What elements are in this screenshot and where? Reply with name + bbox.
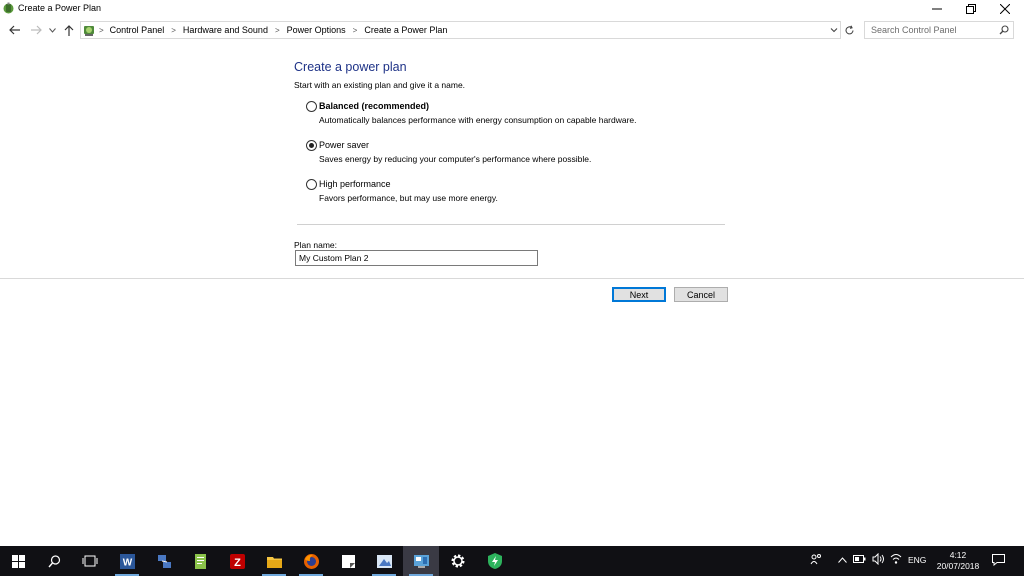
breadcrumb-separator-icon: > [274, 25, 280, 35]
recent-locations-chevron-icon[interactable] [47, 22, 57, 38]
search-placeholder: Search Control Panel [871, 25, 957, 35]
taskbar-search-icon[interactable] [36, 546, 72, 576]
refresh-icon[interactable] [842, 23, 856, 37]
high-performance-radio[interactable] [306, 179, 317, 190]
firefox-icon[interactable] [293, 546, 329, 576]
address-dropdown-chevron-icon[interactable] [830, 26, 838, 36]
power-options-icon [2, 2, 15, 15]
breadcrumb-separator-icon: > [99, 25, 104, 35]
address-bar[interactable]: > Control Panel > Hardware and Sound > P… [80, 21, 841, 39]
settings-gear-icon[interactable] [440, 546, 476, 576]
word-icon[interactable]: W [109, 546, 145, 576]
security-app-icon[interactable] [477, 546, 513, 576]
section-divider [297, 224, 725, 225]
navigation-bar: > Control Panel > Hardware and Sound > P… [0, 19, 1024, 41]
page-instructions: Start with an existing plan and give it … [294, 80, 466, 90]
breadcrumb-control-panel[interactable]: Control Panel [110, 25, 165, 35]
start-button[interactable] [0, 546, 36, 576]
power-saver-radio[interactable] [306, 140, 317, 151]
plan-name-label: Plan name: [294, 240, 337, 250]
breadcrumb-power-options[interactable]: Power Options [287, 25, 346, 35]
balanced-radio[interactable] [306, 101, 317, 112]
wifi-icon[interactable] [890, 553, 902, 568]
balanced-label[interactable]: Balanced (recommended) [319, 101, 429, 111]
people-icon[interactable] [810, 553, 822, 568]
sticky-app-icon[interactable] [330, 546, 366, 576]
battery-icon[interactable] [853, 554, 866, 567]
control-panel-taskbar-icon[interactable] [403, 546, 439, 576]
system-clock[interactable]: 4:12 20/07/2018 [936, 550, 980, 572]
taskbar: W Z ENG 4:12 20/07/2018 [0, 546, 1024, 576]
control-panel-icon [82, 23, 96, 37]
breadcrumb: > Control Panel > Hardware and Sound > P… [99, 25, 447, 35]
notepad-app-icon[interactable] [182, 546, 218, 576]
cancel-button[interactable]: Cancel [674, 287, 728, 302]
title-bar: Create a Power Plan [0, 0, 1024, 18]
action-center-icon[interactable] [992, 554, 1005, 569]
file-explorer-icon[interactable] [256, 546, 292, 576]
input-language-indicator[interactable]: ENG [908, 555, 926, 565]
power-saver-description: Saves energy by reducing your computer's… [319, 154, 592, 164]
window-title: Create a Power Plan [18, 3, 102, 13]
network-app-icon[interactable] [146, 546, 182, 576]
breadcrumb-separator-icon: > [352, 25, 358, 35]
clock-time: 4:12 [949, 550, 967, 560]
breadcrumb-hardware-and-sound[interactable]: Hardware and Sound [183, 25, 268, 35]
up-arrow-icon[interactable] [62, 22, 76, 38]
paint-app-icon[interactable] [366, 546, 402, 576]
filezilla-icon[interactable]: Z [219, 546, 255, 576]
windows-logo-icon [11, 554, 25, 568]
forward-arrow-icon[interactable] [29, 22, 43, 38]
volume-icon[interactable] [872, 552, 885, 568]
svg-text:Z: Z [234, 557, 241, 569]
plan-name-input[interactable] [295, 250, 538, 266]
high-performance-description: Favors performance, but may use more ene… [319, 193, 498, 203]
page-title: Create a power plan [294, 60, 407, 74]
minimize-button[interactable] [920, 0, 954, 18]
restore-button[interactable] [954, 0, 988, 18]
search-icon[interactable] [999, 25, 1009, 37]
close-button[interactable] [988, 0, 1022, 18]
balanced-description: Automatically balances performance with … [319, 115, 637, 125]
high-performance-label[interactable]: High performance [319, 179, 391, 189]
svg-text:W: W [122, 557, 132, 568]
clock-date: 20/07/2018 [936, 561, 980, 571]
search-box[interactable]: Search Control Panel [864, 21, 1014, 39]
breadcrumb-create-power-plan[interactable]: Create a Power Plan [364, 25, 447, 35]
show-hidden-icons-chevron-icon[interactable] [838, 555, 847, 566]
power-saver-label[interactable]: Power saver [319, 140, 369, 150]
back-arrow-icon[interactable] [7, 22, 21, 38]
next-button[interactable]: Next [612, 287, 666, 302]
task-view-icon[interactable] [72, 546, 108, 576]
footer-divider [0, 278, 1024, 279]
breadcrumb-separator-icon: > [171, 25, 176, 35]
